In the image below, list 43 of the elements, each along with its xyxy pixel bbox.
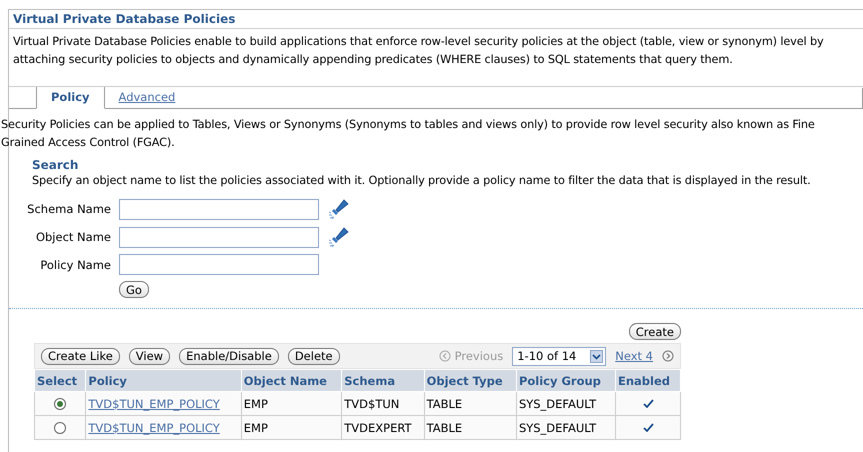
page-description: Virtual Private Database Policies enable to build applications that enforce row-level security policies at the object (table, view or synonym) level by attaching security policies to objects and dynamically appending predicates (WHERE clauses) to SQL statements that query them. <box>12 34 824 68</box>
input-field[interactable] <box>119 254 319 275</box>
field-label: Object Name <box>34 230 111 244</box>
next-icon[interactable] <box>662 350 674 362</box>
page-title: Virtual Private Database Policies <box>9 10 863 29</box>
toolbar-button[interactable]: Create Like <box>41 348 120 364</box>
radio-button[interactable] <box>54 422 66 434</box>
field-label: Schema Name <box>26 202 111 216</box>
table-cell: TABLE <box>424 416 516 440</box>
table-cell: SYS_DEFAULT <box>516 392 616 416</box>
column-header: Object Type <box>424 370 516 392</box>
table-cell: EMP <box>241 416 342 440</box>
column-header: Enabled <box>616 370 680 392</box>
column-header: Select <box>34 370 86 392</box>
toolbar-button[interactable]: Enable/Disable <box>179 348 279 364</box>
toolbar-button[interactable]: View <box>128 348 170 364</box>
tab[interactable]: Advanced <box>104 88 194 109</box>
flashlight-icon[interactable] <box>327 198 349 220</box>
table-cell: TABLE <box>424 392 516 416</box>
previous-icon <box>438 350 451 362</box>
next-link[interactable]: Next 4 <box>615 349 653 363</box>
field-label: Policy Name <box>39 258 111 272</box>
table-cell: SYS_DEFAULT <box>516 416 616 440</box>
radio-button[interactable] <box>54 398 66 410</box>
go-button[interactable]: Go <box>119 281 149 298</box>
tab[interactable]: Policy <box>36 87 105 109</box>
table-cell: TVD$TUN <box>342 392 424 416</box>
range-select[interactable]: 1-10 of 14 <box>512 346 606 366</box>
table-cell: EMP <box>241 392 342 416</box>
column-header: Policy <box>86 370 242 392</box>
flashlight-icon[interactable] <box>327 226 349 248</box>
table-cell: TVDEXPERT <box>342 416 424 440</box>
create-button[interactable]: Create <box>628 323 681 340</box>
dropdown-icon <box>590 350 604 362</box>
column-header: Object Name <box>241 370 342 392</box>
search-hint: Specify an object name to list the policies associated with it. Optionally provide a policy name to filter the data that is displayed in the result. <box>32 174 812 187</box>
column-header: Policy Group <box>516 370 616 392</box>
intro-text: Security Policies can be applied to Tables, Views or Synonyms (Synonyms to tables and views only) to provide row level security also known as Fine Grained Access Control (FGAC). <box>1 117 816 151</box>
toolbar-button[interactable]: Delete <box>288 348 340 364</box>
input-field[interactable] <box>119 198 319 220</box>
input-field[interactable] <box>119 226 319 248</box>
section-title: Search <box>32 158 80 172</box>
column-header: Schema <box>342 370 424 392</box>
